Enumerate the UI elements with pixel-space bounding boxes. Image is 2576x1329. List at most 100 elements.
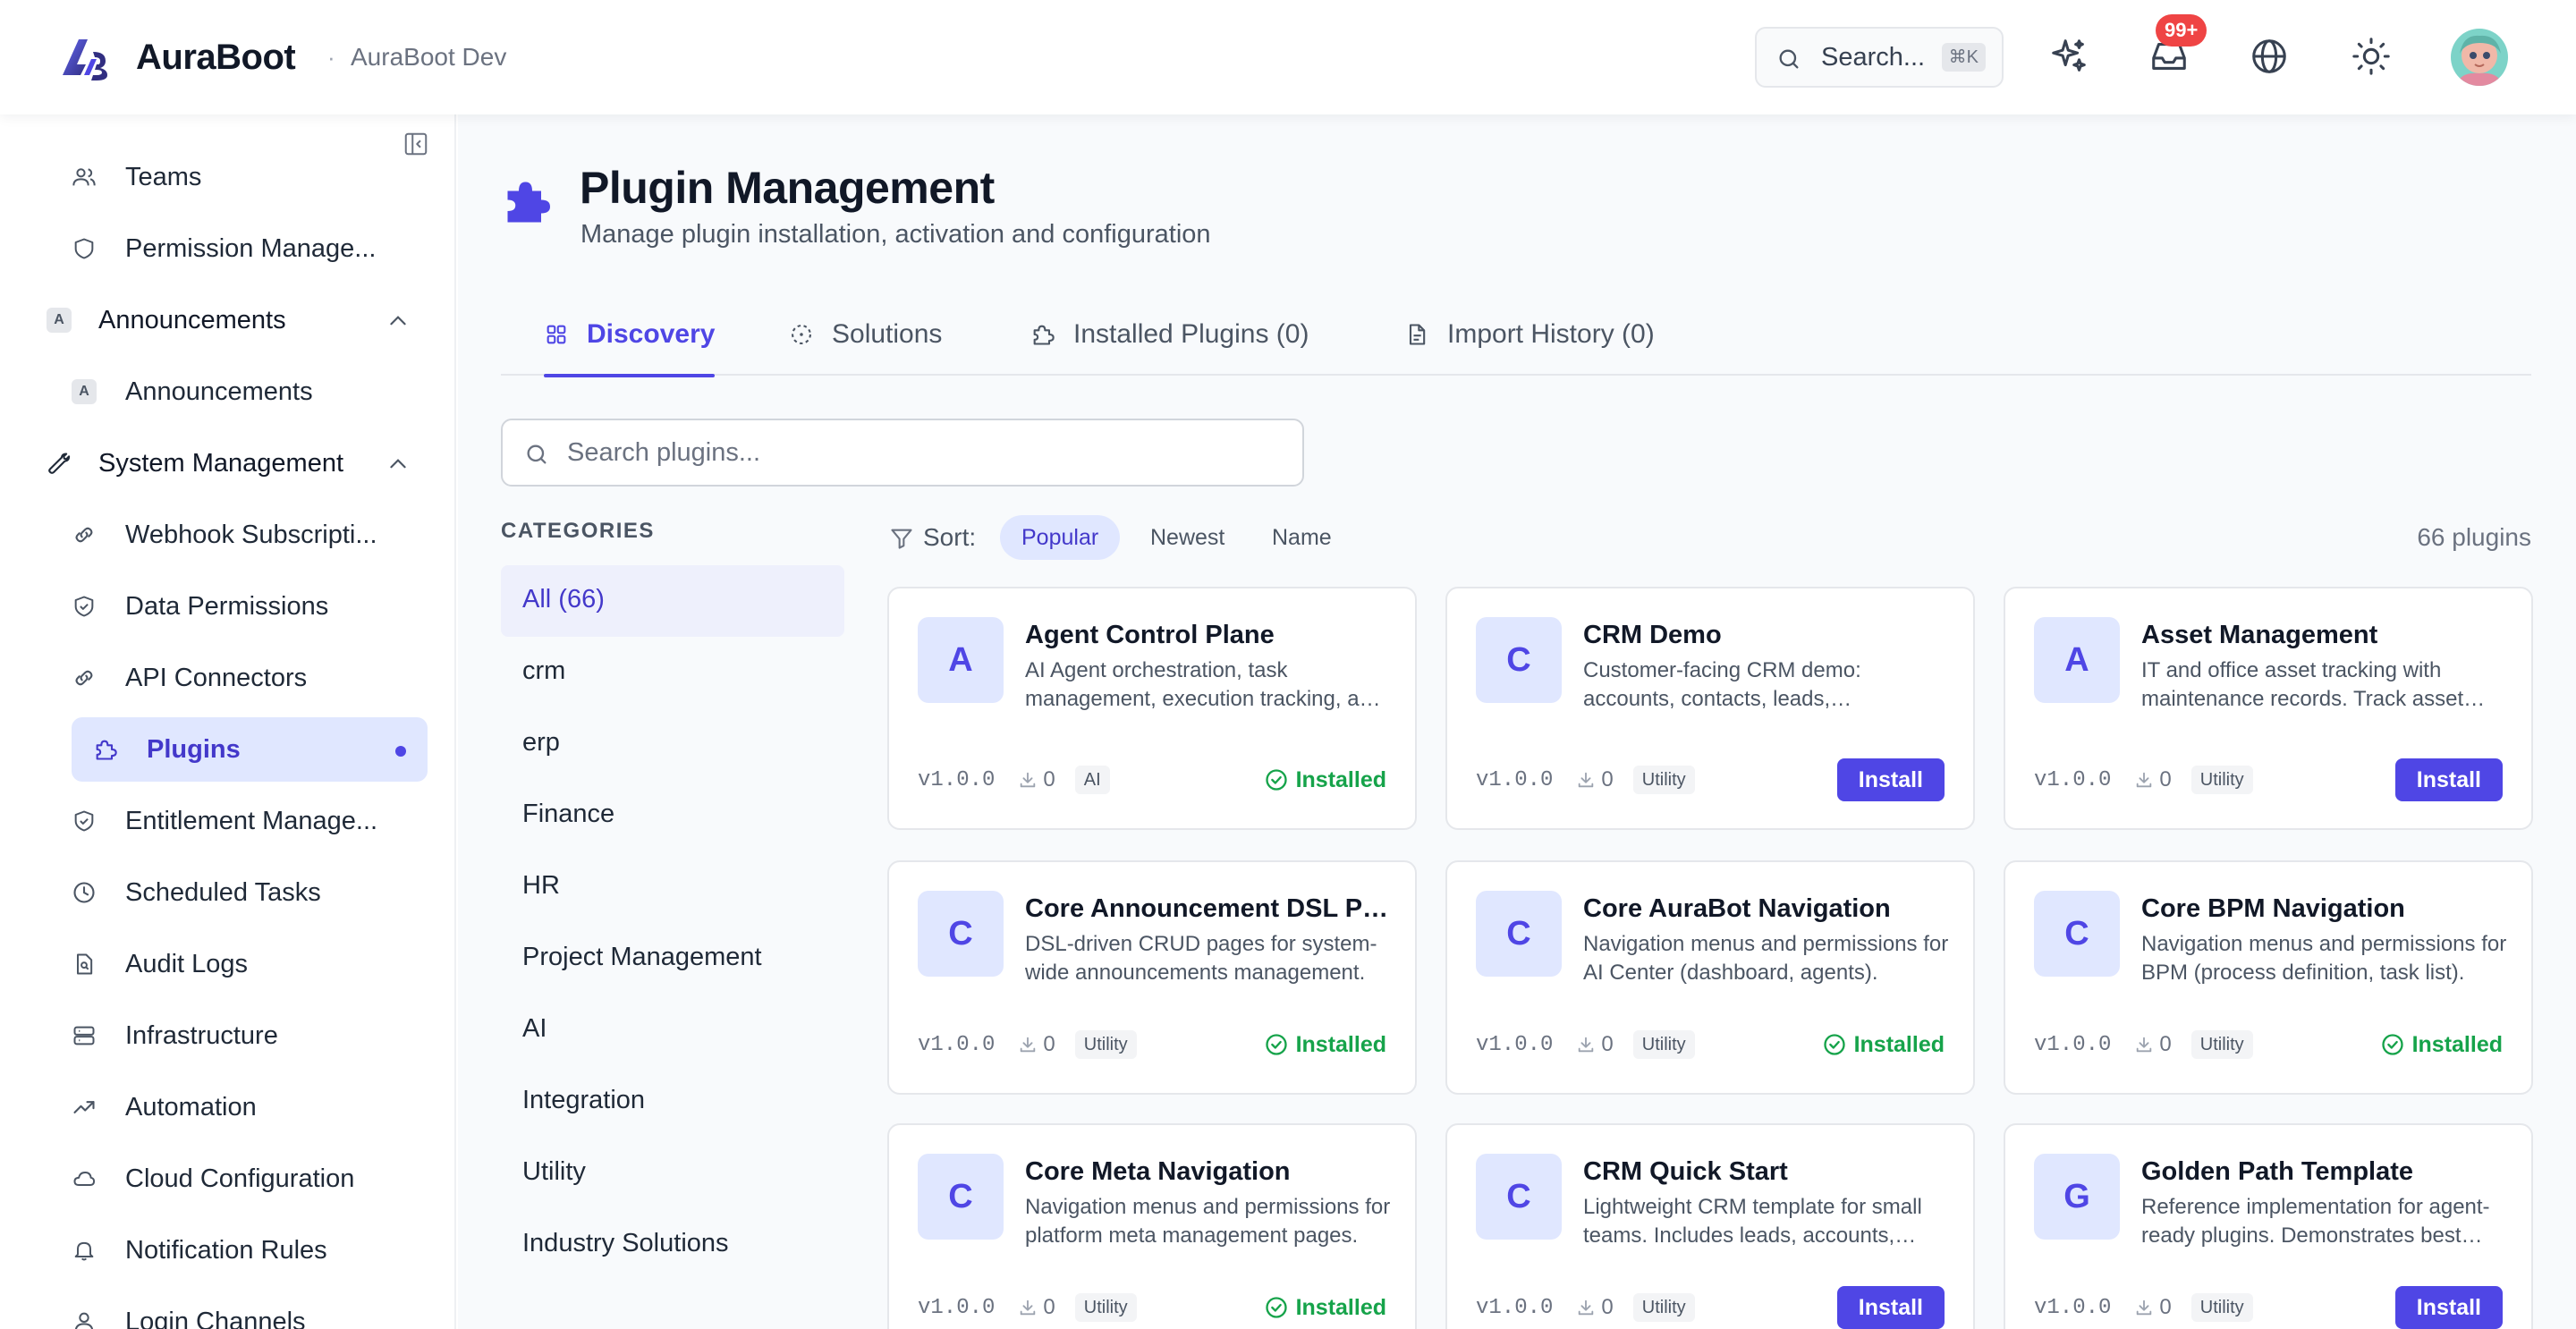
sidebar-item-announcements[interactable]: A Announcements bbox=[72, 360, 428, 424]
plugin-name[interactable]: Core AuraBot Navigation bbox=[1583, 891, 1950, 927]
sidebar-item-entitlement-management[interactable]: Entitlement Manage... bbox=[72, 789, 428, 853]
category-item-ai[interactable]: AI bbox=[501, 995, 844, 1066]
chevron-up-icon bbox=[390, 316, 406, 326]
plugin-card[interactable]: C Core Meta Navigation Navigation menus an… bbox=[887, 1123, 1417, 1329]
search-shortcut: ⌘K bbox=[1941, 43, 1986, 72]
sidebar-item-webhook-subscriptions[interactable]: Webhook Subscripti... bbox=[72, 503, 428, 567]
plugin-meta: v1.0.0 0 Utility Install bbox=[1476, 758, 1945, 801]
wrench-icon bbox=[48, 453, 71, 474]
sidebar-item-automation[interactable]: Automation bbox=[72, 1075, 428, 1139]
plugin-category-tag: Utility bbox=[2190, 766, 2253, 794]
sidebar-item-label: Webhook Subscripti... bbox=[125, 520, 377, 549]
plugin-description: Navigation menus and permissions for BPM… bbox=[2141, 932, 2507, 985]
plugin-avatar: C bbox=[2034, 891, 2120, 977]
sidebar-item-notification-rules[interactable]: Notification Rules bbox=[72, 1218, 428, 1282]
install-button[interactable]: Install bbox=[2394, 1286, 2503, 1329]
sidebar-item-data-permissions[interactable]: Data Permissions bbox=[72, 574, 428, 639]
tab-discovery[interactable]: Discovery bbox=[544, 293, 716, 377]
ai-assistant-button[interactable] bbox=[2048, 36, 2089, 77]
auraboot-logo[interactable] bbox=[59, 34, 111, 80]
category-item-crm[interactable]: crm bbox=[501, 637, 844, 708]
plugin-meta: v1.0.0 0 Utility Installed bbox=[1476, 1023, 1945, 1066]
category-item-project-management[interactable]: Project Management bbox=[501, 923, 844, 995]
download-icon bbox=[1021, 1037, 1036, 1053]
installed-label: Installed bbox=[1295, 1031, 1386, 1057]
sidebar-group-system-management[interactable]: System Management bbox=[47, 431, 428, 495]
tab-installed-plugins[interactable]: Installed Plugins (0) bbox=[1030, 293, 1309, 376]
plugin-search-input[interactable] bbox=[567, 429, 1283, 476]
search-icon bbox=[1779, 49, 1799, 69]
tab-solutions[interactable]: Solutions bbox=[789, 293, 942, 376]
sidebar-item-permission-management[interactable]: Permission Manage... bbox=[72, 216, 428, 281]
category-item-all[interactable]: All (66) bbox=[501, 565, 844, 637]
brand-name[interactable]: AuraBoot bbox=[136, 34, 296, 80]
sidebar-item-audit-logs[interactable]: Audit Logs bbox=[72, 932, 428, 996]
plugin-download-count: 0 bbox=[1043, 1032, 1055, 1056]
plugin-name[interactable]: Golden Path Template bbox=[2141, 1154, 2508, 1189]
category-item-hr[interactable]: HR bbox=[501, 851, 844, 923]
plugin-avatar: G bbox=[2034, 1154, 2120, 1240]
sort-label: Sort: bbox=[923, 523, 977, 551]
plugin-card[interactable]: C Core Announcement DSL Pages DSL-driven C… bbox=[887, 860, 1417, 1095]
sort-option-newest[interactable]: Newest bbox=[1129, 515, 1246, 560]
plugin-card[interactable]: C Core BPM Navigation Navigation menus and… bbox=[2004, 860, 2533, 1095]
sidebar-item-infrastructure[interactable]: Infrastructure bbox=[72, 1003, 428, 1068]
download-icon bbox=[2137, 772, 2152, 788]
user-avatar[interactable] bbox=[2451, 29, 2508, 86]
plugin-downloads: 0 bbox=[1576, 1032, 1614, 1057]
tab-label: Installed Plugins (0) bbox=[1073, 319, 1309, 349]
installed-status: Installed bbox=[1822, 1032, 1945, 1058]
notification-badge: 99+ bbox=[2156, 14, 2207, 47]
sidebar-item-label: API Connectors bbox=[125, 663, 308, 692]
check-circle-icon bbox=[1265, 1034, 1287, 1055]
category-item-integration[interactable]: Integration bbox=[501, 1066, 844, 1138]
category-item-industry-solutions[interactable]: Industry Solutions bbox=[501, 1209, 844, 1281]
plugin-card[interactable]: A Agent Control Plane AI Agent orchestrati… bbox=[887, 587, 1417, 830]
plugin-name[interactable]: CRM Demo bbox=[1583, 617, 1950, 653]
sort-option-popular[interactable]: Popular bbox=[1000, 515, 1121, 560]
shield-check-icon bbox=[74, 596, 94, 617]
plugin-card[interactable]: A Asset Management IT and office asset tra… bbox=[2004, 587, 2533, 830]
sidebar-item-scheduled-tasks[interactable]: Scheduled Tasks bbox=[72, 860, 428, 925]
global-search[interactable]: Search... ⌘K bbox=[1755, 27, 2004, 88]
plugin-name[interactable]: Asset Management bbox=[2141, 617, 2508, 653]
plugin-card[interactable]: G Golden Path Template Reference implement… bbox=[2004, 1123, 2533, 1329]
plugin-download-count: 0 bbox=[2159, 767, 2172, 791]
search-icon bbox=[527, 444, 547, 464]
sort-option-name[interactable]: Name bbox=[1250, 515, 1353, 560]
sidebar-item-label: Teams bbox=[125, 162, 202, 191]
install-button[interactable]: Install bbox=[2394, 758, 2503, 801]
theme-toggle-button[interactable] bbox=[2351, 36, 2392, 77]
sidebar-item-label: Announcements bbox=[125, 377, 313, 406]
category-item-erp[interactable]: erp bbox=[501, 708, 844, 780]
plugin-description: Lightweight CRM template for small teams… bbox=[1583, 1195, 1922, 1248]
plugin-downloads: 0 bbox=[1018, 767, 1055, 792]
plugin-name[interactable]: Core Announcement DSL Pages bbox=[1025, 891, 1392, 927]
sidebar-item-plugins[interactable]: Plugins bbox=[72, 717, 428, 782]
install-button[interactable]: Install bbox=[1836, 1286, 1945, 1329]
plugin-downloads: 0 bbox=[2134, 1032, 2172, 1057]
plugin-meta: v1.0.0 0 Utility Install bbox=[2034, 758, 2503, 801]
plugin-card[interactable]: C CRM Quick Start Lightweight CRM template… bbox=[1445, 1123, 1975, 1329]
plugin-card[interactable]: C CRM Demo Customer-facing CRM demo: accou… bbox=[1445, 587, 1975, 830]
tab-import-history[interactable]: Import History (0) bbox=[1404, 293, 1655, 376]
plugin-name[interactable]: Core Meta Navigation bbox=[1025, 1154, 1392, 1189]
sidebar-group-announcements[interactable]: A Announcements bbox=[47, 288, 428, 352]
plugin-description: Customer-facing CRM demo: accounts, cont… bbox=[1583, 658, 1861, 711]
plugin-name[interactable]: CRM Quick Start bbox=[1583, 1154, 1950, 1189]
sidebar-item-cloud-configuration[interactable]: Cloud Configuration bbox=[72, 1147, 428, 1211]
sidebar-item-login-channels[interactable]: Login Channels bbox=[72, 1290, 428, 1329]
installed-label: Installed bbox=[2411, 1031, 2503, 1057]
file-icon bbox=[1409, 324, 1426, 345]
plugin-name[interactable]: Core BPM Navigation bbox=[2141, 891, 2508, 927]
install-button[interactable]: Install bbox=[1836, 758, 1945, 801]
category-item-finance[interactable]: Finance bbox=[501, 780, 844, 851]
environment-name[interactable]: AuraBoot Dev bbox=[351, 36, 506, 79]
plugin-avatar: A bbox=[2034, 617, 2120, 703]
sidebar-item-api-connectors[interactable]: API Connectors bbox=[72, 646, 428, 710]
category-item-utility[interactable]: Utility bbox=[501, 1138, 844, 1209]
plugin-name[interactable]: Agent Control Plane bbox=[1025, 617, 1392, 653]
language-button[interactable] bbox=[2249, 36, 2290, 77]
sidebar-item-teams[interactable]: Teams bbox=[72, 145, 428, 209]
plugin-card[interactable]: C Core AuraBot Navigation Navigation menus… bbox=[1445, 860, 1975, 1095]
